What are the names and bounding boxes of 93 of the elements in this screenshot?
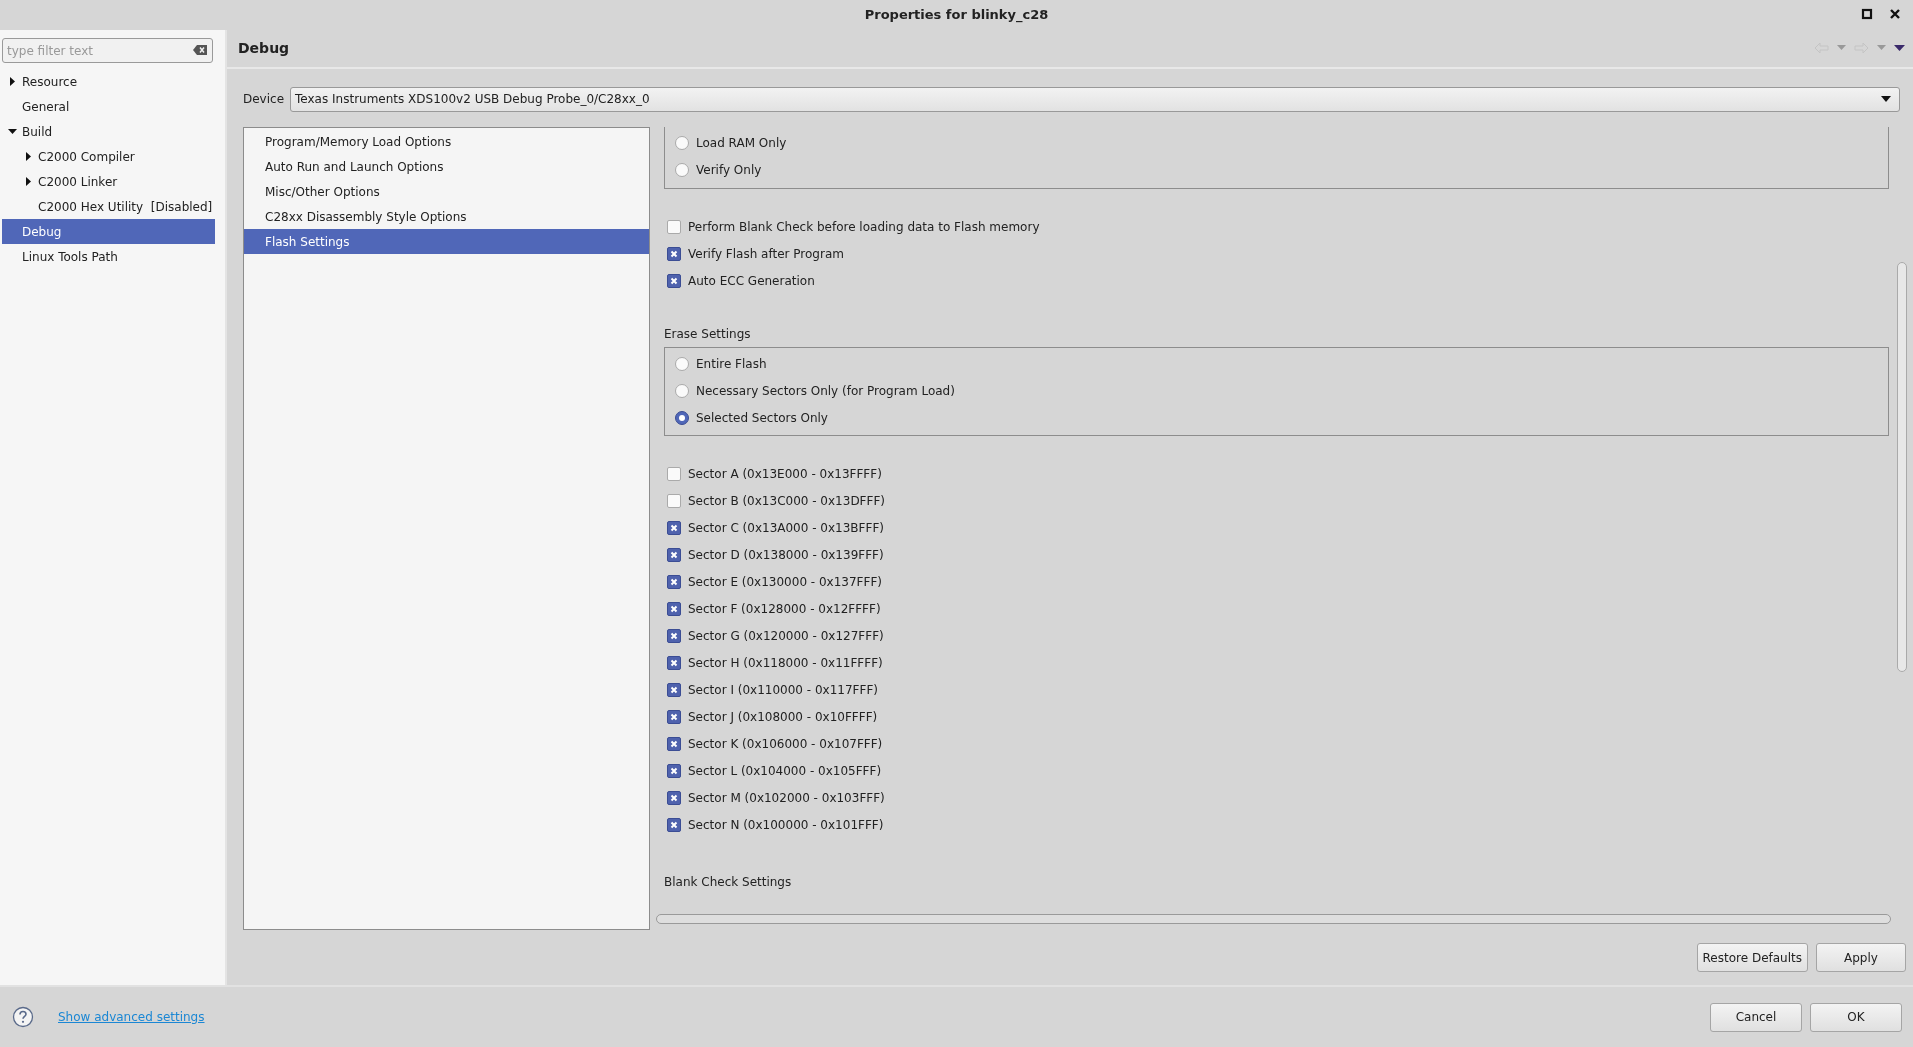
tree-item[interactable]: Linux Tools Path: [0, 244, 225, 269]
checkbox-label: Sector N (0x100000 - 0x101FFF): [688, 816, 884, 834]
restore-defaults-button[interactable]: Restore Defaults: [1696, 943, 1808, 972]
maximize-icon[interactable]: [1861, 8, 1873, 20]
clear-icon[interactable]: [192, 44, 208, 56]
filter-field[interactable]: type filter text: [2, 38, 213, 63]
radio-label: Verify Only: [696, 161, 762, 179]
checkbox-label: Sector G (0x120000 - 0x127FFF): [688, 627, 884, 645]
category-item[interactable]: Auto Run and Launch Options: [244, 154, 649, 179]
tree-item[interactable]: Debug: [2, 219, 215, 244]
page-title: Debug: [238, 38, 290, 58]
checkbox[interactable]: [667, 601, 681, 616]
checkbox[interactable]: [667, 682, 681, 697]
checkbox-label: Sector D (0x138000 - 0x139FFF): [688, 546, 884, 564]
checkbox[interactable]: [667, 628, 681, 643]
x-mark-icon: [670, 739, 678, 748]
section-label: Erase Settings: [663, 325, 752, 343]
checkbox[interactable]: [667, 817, 681, 832]
checkbox-label: Sector I (0x110000 - 0x117FFF): [688, 681, 878, 699]
tree-item[interactable]: C2000 Hex Utility [Disabled]: [0, 194, 225, 219]
x-mark-icon: [670, 685, 678, 694]
checkbox[interactable]: [667, 493, 681, 508]
radio-button[interactable]: [675, 410, 689, 425]
tree-item[interactable]: Build: [0, 119, 225, 144]
radio-button[interactable]: [675, 162, 689, 177]
radio-button[interactable]: [675, 383, 689, 398]
x-mark-icon: [670, 550, 678, 559]
window-title: Properties for blinky_c28: [864, 6, 1049, 25]
checkbox[interactable]: [667, 763, 681, 778]
view-menu-icon[interactable]: [1894, 44, 1905, 52]
checkbox[interactable]: [667, 574, 681, 589]
collapsed-arrow-icon[interactable]: [7, 77, 17, 86]
checkbox-label: Verify Flash after Program: [688, 245, 844, 263]
tree-item[interactable]: C2000 Compiler: [0, 144, 225, 169]
help-icon[interactable]: [12, 1006, 34, 1028]
category-item[interactable]: Misc/Other Options: [244, 179, 649, 204]
apply-button[interactable]: Apply: [1816, 943, 1906, 972]
checkbox[interactable]: [667, 246, 681, 261]
checkbox-label: Sector J (0x108000 - 0x10FFFF): [688, 708, 878, 726]
x-mark-icon: [670, 249, 678, 258]
checkbox[interactable]: [667, 655, 681, 670]
checkbox-label: Sector B (0x13C000 - 0x13DFFF): [688, 492, 885, 510]
checkbox[interactable]: [667, 709, 681, 724]
checkbox-label: Sector L (0x104000 - 0x105FFF): [688, 762, 882, 780]
radio-label: Selected Sectors Only: [696, 409, 828, 427]
checkbox[interactable]: [667, 547, 681, 562]
radio-button[interactable]: [675, 135, 689, 150]
checkbox[interactable]: [667, 273, 681, 288]
x-mark-icon: [670, 793, 678, 802]
category-item[interactable]: Flash Settings: [244, 229, 649, 254]
radio-label: Load RAM Only: [696, 134, 787, 152]
horizontal-scrollbar[interactable]: [656, 914, 1891, 924]
x-mark-icon: [670, 631, 678, 640]
checkbox-label: Auto ECC Generation: [688, 272, 815, 290]
category-item[interactable]: C28xx Disassembly Style Options: [244, 204, 649, 229]
x-mark-icon: [670, 820, 678, 829]
checkbox-label: Sector E (0x130000 - 0x137FFF): [688, 573, 882, 591]
x-mark-icon: [670, 604, 678, 613]
checkbox-label: Perform Blank Check before loading data to Flash memory: [688, 218, 1040, 236]
device-dropdown[interactable]: Texas Instruments XDS100v2 USB Debug Probe_0/C28xx_0: [290, 86, 1900, 112]
close-icon[interactable]: [1889, 8, 1901, 20]
cancel-button[interactable]: Cancel: [1710, 1002, 1802, 1032]
x-mark-icon: [670, 766, 678, 775]
x-mark-icon: [670, 276, 678, 285]
device-label: Device: [243, 90, 285, 108]
tree-item[interactable]: Resource: [0, 69, 225, 94]
checkbox[interactable]: [667, 790, 681, 805]
checkbox-label: Sector K (0x106000 - 0x107FFF): [688, 735, 883, 753]
checkbox-label: Sector A (0x13E000 - 0x13FFFF): [688, 465, 882, 483]
tree-item[interactable]: General: [0, 94, 225, 119]
checkbox[interactable]: [667, 520, 681, 535]
checkbox[interactable]: [667, 736, 681, 751]
radio-label: Entire Flash: [696, 355, 767, 373]
radio-button[interactable]: [675, 356, 689, 371]
radio-label: Necessary Sectors Only (for Program Load): [696, 382, 955, 400]
caret-icon: [1881, 96, 1891, 103]
checkbox-label: Sector F (0x128000 - 0x12FFFF): [688, 600, 881, 618]
checkbox[interactable]: [667, 466, 681, 481]
collapsed-arrow-icon[interactable]: [23, 177, 33, 186]
section-label: Blank Check Settings: [663, 873, 793, 891]
x-mark-icon: [670, 523, 678, 532]
checkbox-label: Sector C (0x13A000 - 0x13BFFF): [688, 519, 884, 537]
ok-button[interactable]: OK: [1810, 1002, 1902, 1032]
x-mark-icon: [670, 712, 678, 721]
expanded-arrow-icon[interactable]: [7, 127, 17, 136]
tree-item[interactable]: C2000 Linker: [0, 169, 225, 194]
category-item[interactable]: Program/Memory Load Options: [244, 129, 649, 154]
checkbox[interactable]: [667, 219, 681, 234]
x-mark-icon: [670, 658, 678, 667]
collapsed-arrow-icon[interactable]: [23, 152, 33, 161]
checkbox-label: Sector H (0x118000 - 0x11FFFF): [688, 654, 883, 672]
checkbox-label: Sector M (0x102000 - 0x103FFF): [688, 789, 885, 807]
x-mark-icon: [670, 577, 678, 586]
